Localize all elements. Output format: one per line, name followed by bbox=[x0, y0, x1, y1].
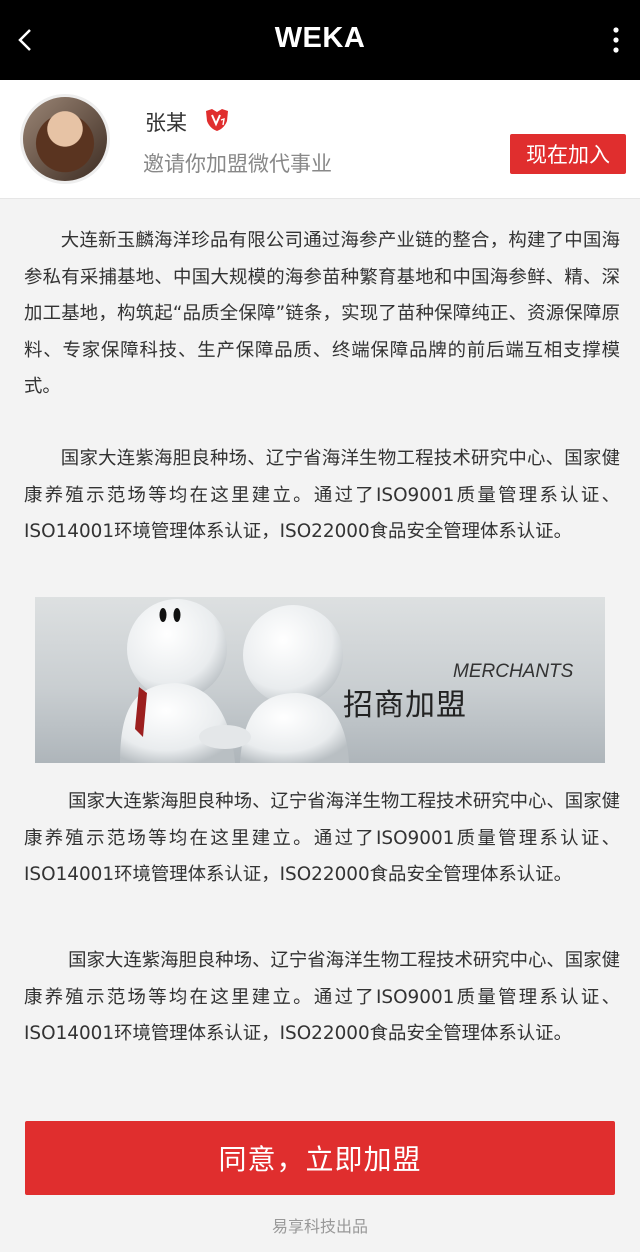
more-vertical-icon[interactable] bbox=[606, 24, 626, 56]
top-bar: WEKA bbox=[0, 0, 640, 80]
avatar bbox=[20, 94, 110, 184]
app-title: WEKA bbox=[274, 22, 366, 54]
inviter-name: 张某 bbox=[145, 111, 187, 135]
footer-credit: 易享科技出品 bbox=[271, 1217, 368, 1236]
invite-subtitle: 邀请你加盟微代事业 bbox=[143, 152, 332, 176]
v-shield-icon bbox=[206, 109, 228, 131]
merchants-banner-image: MERCHANTS 招商加盟 bbox=[35, 597, 605, 763]
company-intro-paragraph: 大连新玉麟海洋珍品有限公司通过海参产业链的整合，构建了中国海参私有采捕基地、中国… bbox=[24, 230, 620, 397]
agree-join-button[interactable]: 同意，立即加盟 bbox=[25, 1121, 615, 1195]
banner-subtitle: MERCHANTS bbox=[453, 661, 574, 682]
certification-paragraph-repeat: 国家大连紫海胆良种场、辽宁省海洋生物工程技术研究中心、国家健康养殖示范场等均在这… bbox=[24, 791, 620, 885]
banner-title: 招商加盟 bbox=[343, 688, 467, 723]
certification-paragraph-repeat-2: 国家大连紫海胆良种场、辽宁省海洋生物工程技术研究中心、国家健康养殖示范场等均在这… bbox=[24, 950, 620, 1044]
inviter-profile: 张某 邀请你加盟微代事业 现在加入 bbox=[0, 80, 640, 199]
certification-paragraph: 国家大连紫海胆良种场、辽宁省海洋生物工程技术研究中心、国家健康养殖示范场等均在这… bbox=[24, 448, 620, 542]
join-now-button[interactable]: 现在加入 bbox=[510, 134, 626, 174]
